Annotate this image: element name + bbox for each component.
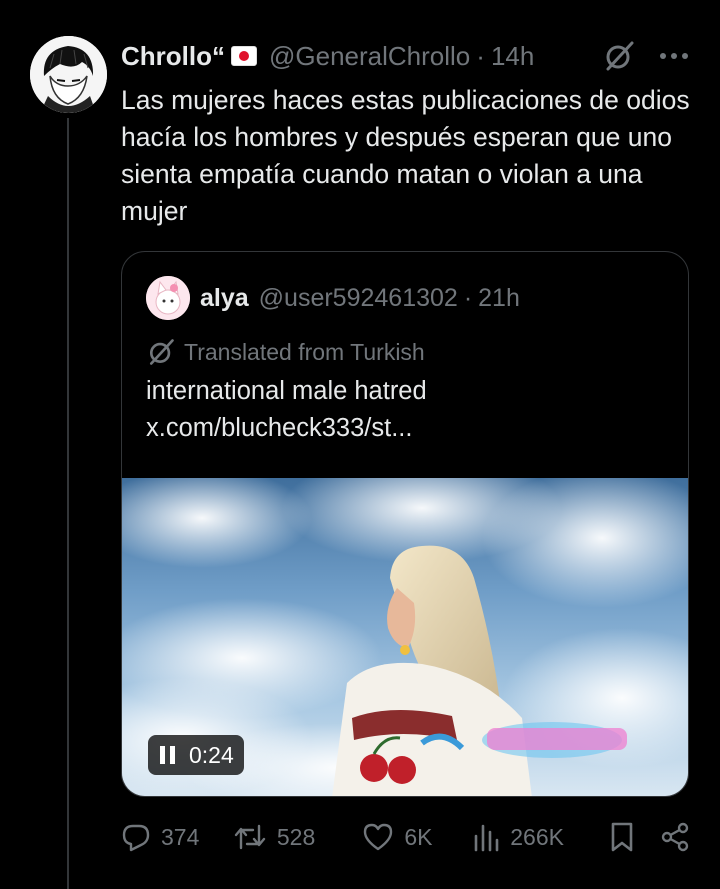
quote-text-line: international male hatred [146, 377, 427, 405]
separator: · [476, 40, 485, 71]
views-count: 266K [510, 823, 564, 850]
bookmark-button[interactable] [610, 821, 634, 853]
bookmark-icon [611, 822, 633, 852]
action-bar: 374 528 6K 266K [121, 817, 690, 857]
quoted-tweet[interactable]: alya @user592461302 · 21h Translated fro… [121, 251, 689, 797]
quote-handle[interactable]: @user592461302 [259, 284, 458, 313]
share-icon [661, 822, 689, 852]
quote-link[interactable]: x.com/blucheck333/st... [146, 410, 666, 447]
pause-icon [160, 746, 175, 764]
avatar[interactable] [30, 36, 107, 113]
handle[interactable]: @GeneralChrollo [269, 41, 470, 72]
translated-text: Translated from Turkish [184, 338, 425, 365]
timestamp[interactable]: 14h [491, 41, 534, 72]
grok-translate-icon[interactable] [602, 39, 636, 73]
tweet-text: Las mujeres haces estas publicaciones de… [121, 85, 690, 226]
grok-translate-icon [146, 336, 178, 368]
quote-timestamp[interactable]: 21h [478, 284, 520, 313]
views-icon [474, 824, 499, 852]
tweet-header: Chrollo“ @GeneralChrollo · 14h [121, 38, 690, 74]
video-player[interactable]: 0:24 [122, 478, 688, 796]
thread-line [67, 118, 69, 889]
retweet-icon [234, 824, 266, 850]
like-button[interactable]: 6K [362, 822, 472, 852]
video-pause-button[interactable]: 0:24 [148, 735, 244, 775]
translated-label[interactable]: Translated from Turkish [146, 332, 425, 372]
quote-display-name[interactable]: alya [200, 284, 249, 313]
reply-icon [122, 824, 150, 852]
views-button[interactable]: 266K [472, 822, 590, 852]
quote-avatar[interactable] [146, 276, 190, 320]
quote-separator: · [463, 283, 473, 312]
like-icon [364, 823, 393, 851]
display-name[interactable]: Chrollo“ [121, 41, 225, 72]
retweet-count: 528 [276, 823, 316, 850]
video-duration: 0:24 [189, 741, 234, 768]
quote-text: international male hatred x.com/blucheck… [146, 373, 666, 447]
more-icon[interactable] [658, 40, 690, 72]
japan-flag-icon [231, 46, 257, 66]
reply-button[interactable]: 374 [121, 822, 233, 852]
retweet-button[interactable]: 528 [233, 822, 363, 852]
like-count: 6K [404, 823, 433, 850]
quote-header: alya @user592461302 · 21h [146, 276, 668, 320]
share-button[interactable] [660, 822, 690, 852]
reply-count: 374 [161, 823, 200, 850]
